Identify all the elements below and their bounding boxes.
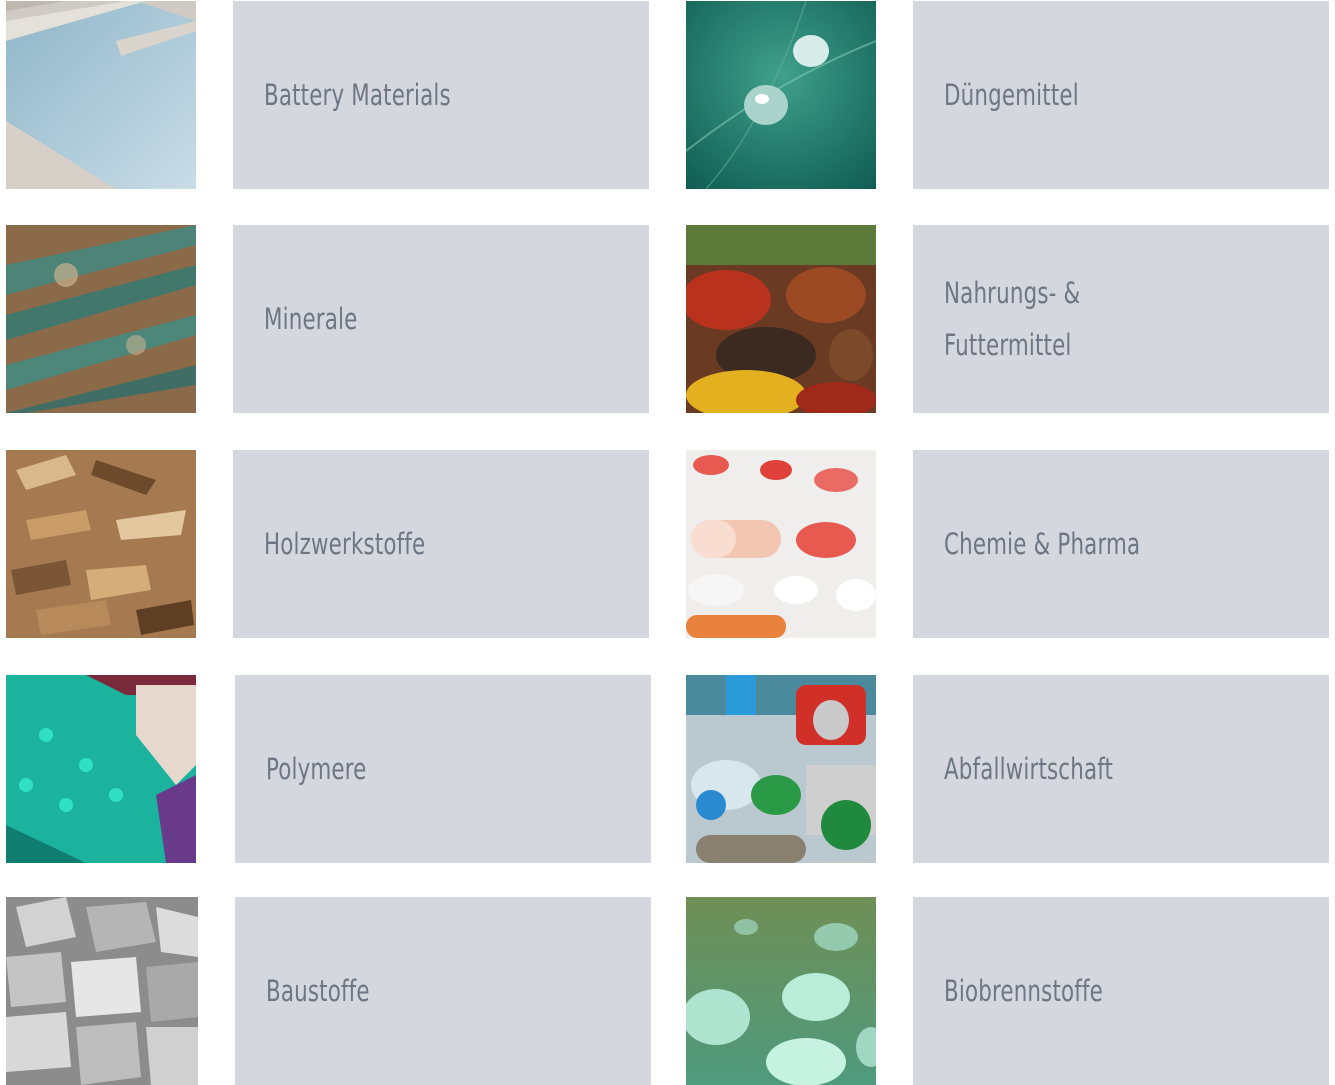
- image-spices: [686, 225, 876, 413]
- image-mineral-rock-surface: [6, 225, 196, 413]
- category-card-minerale[interactable]: Minerale: [233, 225, 649, 413]
- image-pills: [686, 450, 876, 638]
- image-wood-chips: [6, 450, 196, 638]
- image-recycling-waste: [686, 675, 876, 863]
- category-card-duengemittel[interactable]: Düngemittel: [913, 1, 1329, 189]
- category-label: Battery Materials: [264, 78, 451, 112]
- image-construction-aggregates: [6, 897, 198, 1085]
- image-water-droplets-on-leaf: [686, 1, 876, 189]
- category-card-battery-materials[interactable]: Battery Materials: [233, 1, 649, 189]
- category-label: Minerale: [264, 302, 358, 336]
- category-card-polymere[interactable]: Polymere: [235, 675, 651, 863]
- category-label: Biobrennstoffe: [944, 974, 1103, 1008]
- category-card-baustoffe[interactable]: Baustoffe: [235, 897, 651, 1085]
- category-card-abfallwirtschaft[interactable]: Abfallwirtschaft: [913, 675, 1329, 863]
- category-card-biobrennstoffe[interactable]: Biobrennstoffe: [913, 897, 1329, 1085]
- category-label: Holzwerkstoffe: [264, 527, 426, 561]
- category-label: Abfallwirtschaft: [944, 752, 1114, 786]
- category-card-nahrungs-futtermittel[interactable]: Nahrungs- & Futtermittel: [913, 225, 1329, 413]
- category-label: Düngemittel: [944, 78, 1079, 112]
- category-card-chemie-pharma[interactable]: Chemie & Pharma: [913, 450, 1329, 638]
- category-label: Baustoffe: [266, 974, 370, 1008]
- image-bio-oil-droplets: [686, 897, 876, 1085]
- image-salt-evaporation-pond: [6, 1, 196, 189]
- category-label: Chemie & Pharma: [944, 527, 1141, 561]
- category-label: Polymere: [266, 752, 367, 786]
- category-label: Nahrungs- & Futtermittel: [944, 276, 1081, 362]
- image-plastic-pellets: [6, 675, 196, 863]
- category-card-holzwerkstoffe[interactable]: Holzwerkstoffe: [233, 450, 649, 638]
